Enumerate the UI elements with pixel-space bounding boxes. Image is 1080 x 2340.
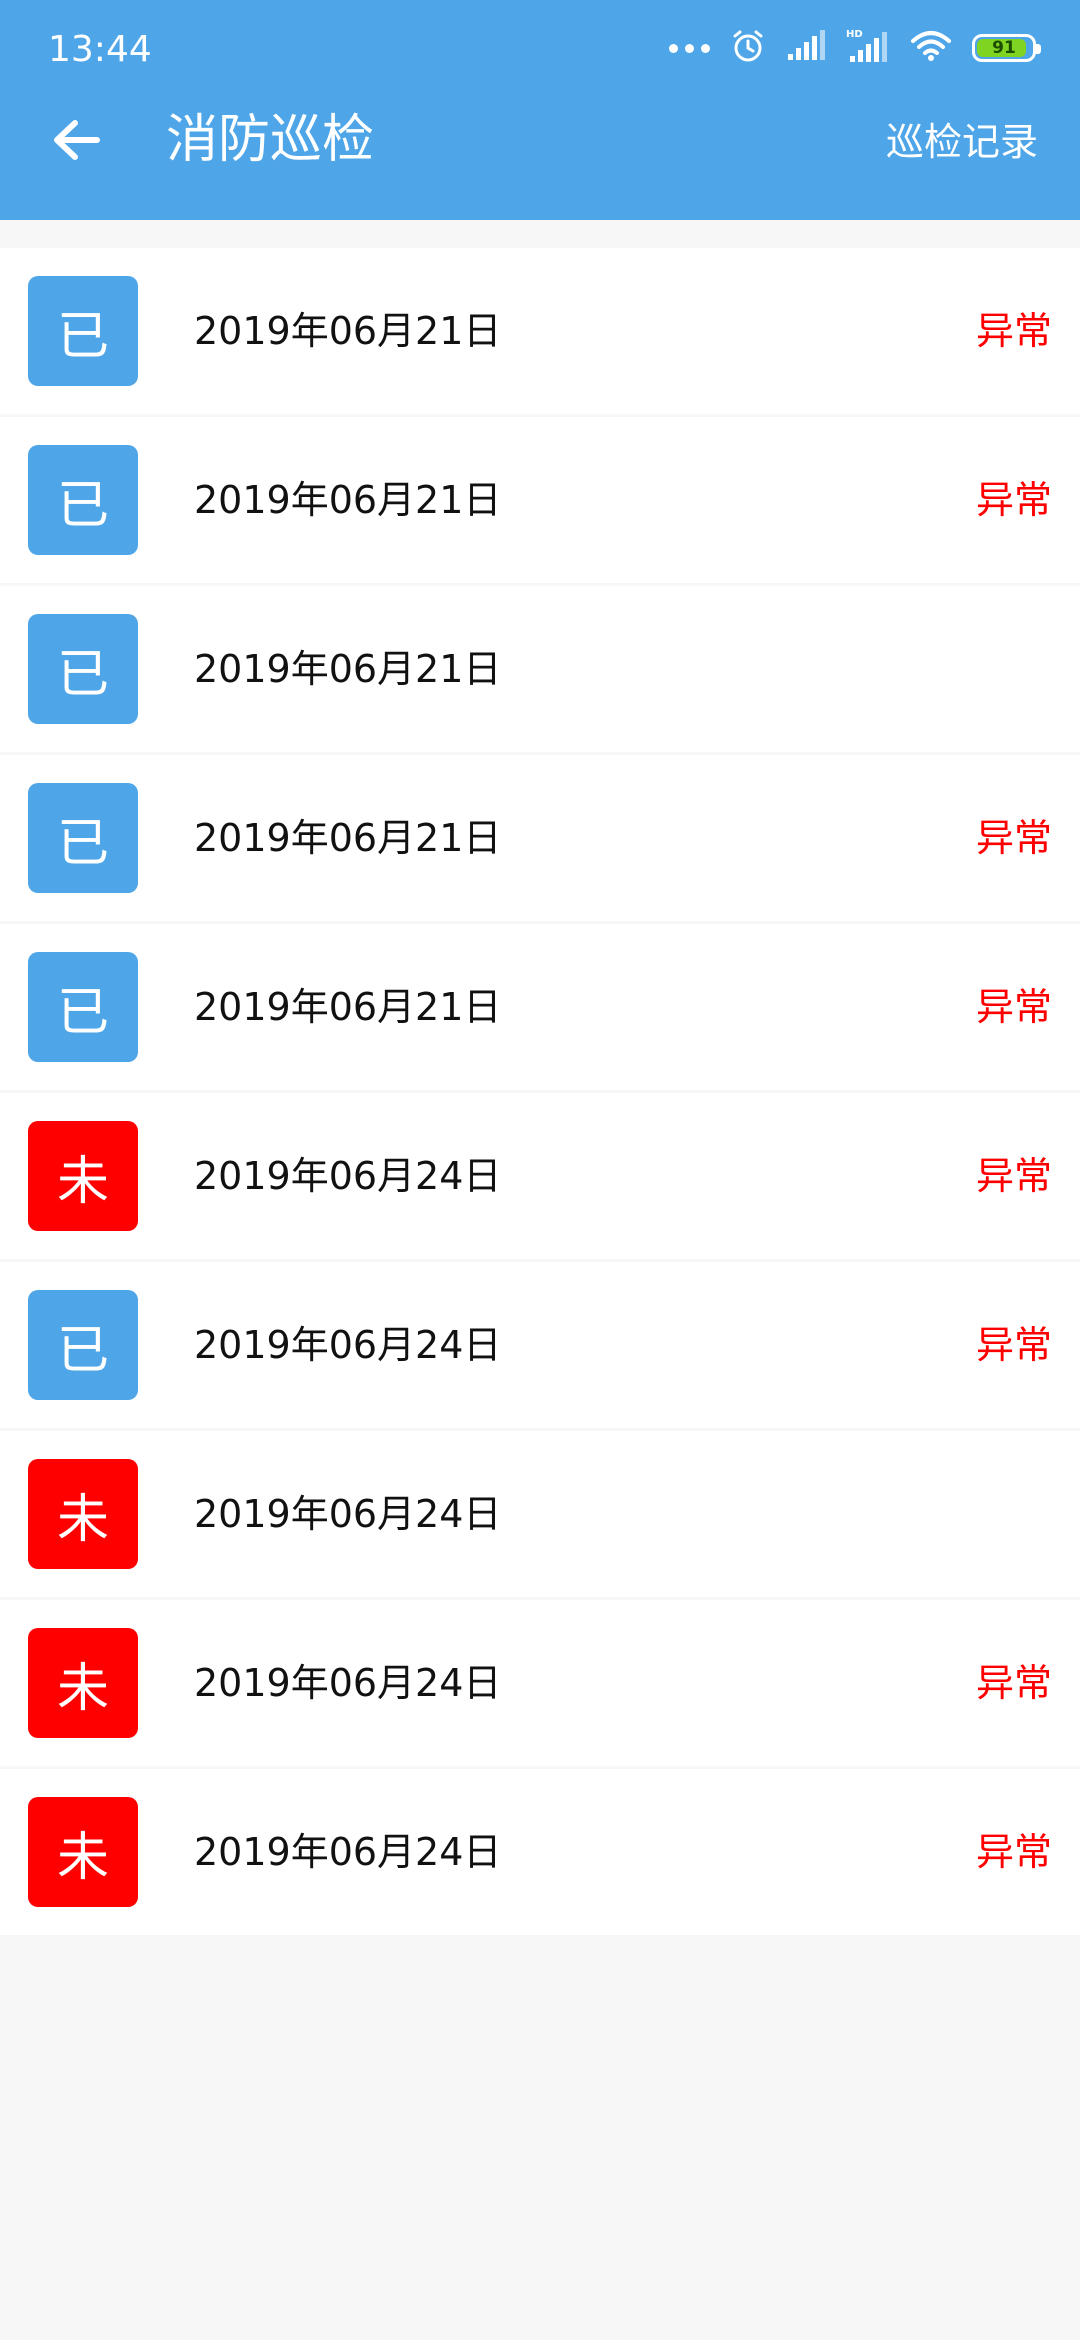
list-item[interactable]: 未 2019年06月24日 异常 xyxy=(0,1769,1080,1935)
inspection-date: 2019年06月24日 xyxy=(194,1154,502,1198)
abnormal-flag: 异常 xyxy=(975,1661,1052,1705)
more-dots-icon xyxy=(669,43,710,53)
page-title: 消防巡检 xyxy=(166,110,375,170)
list-item[interactable]: 已 2019年06月24日 异常 xyxy=(0,1262,1080,1428)
abnormal-flag: 异常 xyxy=(975,309,1052,353)
wifi-icon xyxy=(910,29,952,67)
inspection-records-button[interactable]: 巡检记录 xyxy=(886,118,1038,166)
inspection-date: 2019年06月24日 xyxy=(194,1661,502,1705)
status-badge: 未 xyxy=(28,1797,138,1907)
app-header: 13:44 HD 91 消防巡检 巡检记录 xyxy=(0,0,1080,220)
status-badge: 未 xyxy=(28,1628,138,1738)
status-badge: 已 xyxy=(28,614,138,724)
alarm-icon xyxy=(730,28,766,68)
inspection-date: 2019年06月24日 xyxy=(194,1830,502,1874)
inspection-date: 2019年06月21日 xyxy=(194,478,502,522)
abnormal-flag: 异常 xyxy=(975,816,1052,860)
status-icons: HD 91 xyxy=(669,26,1041,70)
back-button[interactable] xyxy=(46,110,106,170)
inspection-list: 已 2019年06月21日 异常已 2019年06月21日 异常已 2019年06月21日… xyxy=(0,248,1080,1935)
list-item[interactable]: 未 2019年06月24日 异常 xyxy=(0,1093,1080,1259)
list-item[interactable]: 未 2019年06月24日 xyxy=(0,1431,1080,1597)
svg-text:HD: HD xyxy=(846,29,863,40)
abnormal-flag: 异常 xyxy=(975,1323,1052,1367)
abnormal-flag: 异常 xyxy=(975,1154,1052,1198)
list-item[interactable]: 已 2019年06月21日 xyxy=(0,586,1080,752)
inspection-date: 2019年06月21日 xyxy=(194,647,502,691)
status-badge: 未 xyxy=(28,1121,138,1231)
hd-signal-icon: HD xyxy=(846,28,890,68)
inspection-date: 2019年06月21日 xyxy=(194,985,502,1029)
status-badge: 已 xyxy=(28,952,138,1062)
list-item[interactable]: 已 2019年06月21日 异常 xyxy=(0,924,1080,1090)
abnormal-flag: 异常 xyxy=(975,478,1052,522)
inspection-date: 2019年06月21日 xyxy=(194,309,502,353)
list-item[interactable]: 已 2019年06月21日 异常 xyxy=(0,755,1080,921)
list-item[interactable]: 已 2019年06月21日 异常 xyxy=(0,417,1080,583)
status-badge: 已 xyxy=(28,1290,138,1400)
status-badge: 已 xyxy=(28,445,138,555)
battery-percent: 91 xyxy=(992,38,1016,58)
abnormal-flag: 异常 xyxy=(975,1830,1052,1874)
inspection-date: 2019年06月24日 xyxy=(194,1323,502,1367)
status-badge: 未 xyxy=(28,1459,138,1569)
battery-icon: 91 xyxy=(972,34,1041,62)
inspection-date: 2019年06月21日 xyxy=(194,816,502,860)
arrow-left-icon xyxy=(54,120,100,160)
status-badge: 已 xyxy=(28,783,138,893)
abnormal-flag: 异常 xyxy=(975,985,1052,1029)
inspection-date: 2019年06月24日 xyxy=(194,1492,502,1536)
list-item[interactable]: 未 2019年06月24日 异常 xyxy=(0,1600,1080,1766)
status-badge: 已 xyxy=(28,276,138,386)
signal-icon xyxy=(786,30,826,66)
status-time: 13:44 xyxy=(48,29,152,70)
list-item[interactable]: 已 2019年06月21日 异常 xyxy=(0,248,1080,414)
